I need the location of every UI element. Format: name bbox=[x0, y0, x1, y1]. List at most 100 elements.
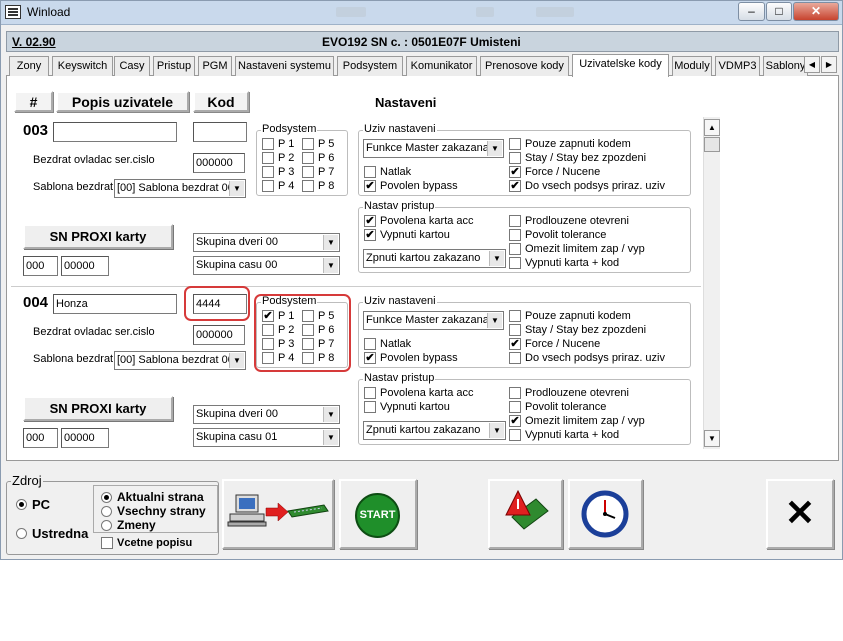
access-option-label: Povolena karta acc bbox=[380, 387, 474, 399]
checkbox-box bbox=[302, 166, 314, 178]
tab-zony[interactable]: Zony bbox=[9, 56, 49, 76]
access-option-checkbox[interactable]: Vypnuti kartou bbox=[364, 401, 450, 413]
tab-scroll-right-icon[interactable]: ▶ bbox=[821, 56, 837, 73]
user-code-input[interactable] bbox=[193, 122, 247, 142]
source-title: Zdroj bbox=[11, 473, 43, 488]
radio-pc[interactable]: PC bbox=[16, 497, 50, 512]
partition-checkbox[interactable]: P 1 bbox=[262, 138, 294, 150]
time-group-select[interactable]: Skupina casu 00 ▼ bbox=[193, 256, 340, 275]
exit-button[interactable]: ✕ bbox=[766, 479, 834, 549]
tab-casy[interactable]: Casy bbox=[114, 56, 150, 76]
tab-moduly[interactable]: Moduly bbox=[672, 56, 712, 76]
access-option-checkbox[interactable]: Prodlouzene otevreni bbox=[509, 215, 629, 227]
partition-checkbox[interactable]: P 2 bbox=[262, 152, 294, 164]
partition-checkbox[interactable]: P 4 bbox=[262, 180, 294, 192]
version-link[interactable]: V. 02.90 bbox=[12, 35, 56, 49]
partition-checkbox[interactable]: P 7 bbox=[302, 166, 334, 178]
proxi-facility-input[interactable]: 000 bbox=[23, 256, 58, 276]
tab-sablony[interactable]: Sablony bbox=[763, 56, 808, 76]
scroll-up-icon[interactable]: ▲ bbox=[704, 119, 720, 136]
partition-checkbox[interactable]: P 3 bbox=[262, 166, 294, 178]
user-option-checkbox[interactable]: Pouze zapnuti kodem bbox=[509, 138, 631, 150]
user-option-checkbox[interactable]: Do vsech podsys priraz. uziv bbox=[509, 352, 665, 364]
user-settings-title: Uziv nastaveni bbox=[363, 123, 437, 135]
scroll-thumb[interactable] bbox=[704, 137, 720, 152]
card-arming-select[interactable]: Zpnuti kartou zakazano ▼ bbox=[363, 421, 506, 440]
column-description-header: Popis uzivatele bbox=[56, 91, 189, 112]
remote-serial-input[interactable]: 000000 bbox=[193, 325, 245, 345]
radio-current-page[interactable]: Aktualni strana bbox=[101, 490, 204, 504]
access-option-checkbox[interactable]: Povolena karta acc bbox=[364, 387, 474, 399]
access-option-checkbox[interactable]: ✔ Omezit limitem zap / vyp bbox=[509, 415, 645, 427]
minimize-button[interactable]: – bbox=[738, 2, 765, 21]
tab-komunikator[interactable]: Komunikator bbox=[406, 56, 477, 76]
access-option-checkbox[interactable]: Povolit tolerance bbox=[509, 401, 606, 413]
partition-checkbox[interactable]: P 5 bbox=[302, 138, 334, 150]
radio-changes[interactable]: Zmeny bbox=[101, 518, 156, 532]
tab-uzivatelske-kody[interactable]: Uzivatelske kody bbox=[572, 54, 669, 77]
proxi-card-input[interactable]: 00000 bbox=[61, 428, 109, 448]
access-option-checkbox[interactable]: Vypnuti karta + kod bbox=[509, 429, 619, 441]
tab-pgm[interactable]: PGM bbox=[198, 56, 232, 76]
access-option-checkbox[interactable]: ✔ Vypnuti kartou bbox=[364, 229, 450, 241]
card-arming-select[interactable]: Zpnuti kartou zakazano ▼ bbox=[363, 249, 506, 268]
master-function-select[interactable]: Funkce Master zakazana ▼ bbox=[363, 139, 504, 158]
tab-pristup[interactable]: Pristup bbox=[153, 56, 195, 76]
user-option-checkbox[interactable]: ✔ Force / Nucene bbox=[509, 338, 600, 350]
master-function-value: Funkce Master zakazana bbox=[366, 142, 489, 154]
user-option-checkbox[interactable]: ✔ Do vsech podsys priraz. uziv bbox=[509, 180, 665, 192]
proxi-card-button[interactable]: SN PROXI karty bbox=[23, 224, 173, 249]
chevron-down-icon: ▼ bbox=[489, 251, 504, 266]
partition-checkbox[interactable]: P 8 bbox=[302, 180, 334, 192]
access-option-checkbox[interactable]: Omezit limitem zap / vyp bbox=[509, 243, 645, 255]
user-option-checkbox[interactable]: Stay / Stay bez zpozdeni bbox=[509, 324, 646, 336]
access-option-checkbox[interactable]: ✔ Povolena karta acc bbox=[364, 215, 474, 227]
door-group-select[interactable]: Skupina dveri 00 ▼ bbox=[193, 233, 340, 252]
wireless-template-select[interactable]: [00] Sablona bezdrat 00 ▼ bbox=[114, 179, 246, 198]
user-option-checkbox[interactable]: Stay / Stay bez zpozdeni bbox=[509, 152, 646, 164]
scroll-down-icon[interactable]: ▼ bbox=[704, 430, 720, 447]
remote-serial-input[interactable]: 000000 bbox=[193, 153, 245, 173]
vertical-scrollbar[interactable]: ▲ ▼ bbox=[703, 117, 720, 449]
radio-all-pages[interactable]: Vsechny strany bbox=[101, 504, 206, 518]
tab-keyswitch[interactable]: Keyswitch bbox=[52, 56, 113, 76]
partition-label: P 2 bbox=[278, 152, 295, 164]
access-option-checkbox[interactable]: Prodlouzene otevreni bbox=[509, 387, 629, 399]
transfer-button[interactable] bbox=[222, 479, 334, 549]
proxi-card-input[interactable]: 00000 bbox=[61, 256, 109, 276]
tab-scroll-left-icon[interactable]: ◀ bbox=[804, 56, 820, 73]
access-option-checkbox[interactable]: Vypnuti karta + kod bbox=[509, 257, 619, 269]
user-option-checkbox[interactable]: Pouze zapnuti kodem bbox=[509, 310, 631, 322]
time-sync-button[interactable] bbox=[568, 479, 643, 549]
user-option-checkbox[interactable]: Natlak bbox=[364, 338, 411, 350]
include-description-checkbox[interactable]: Vcetne popisu bbox=[101, 537, 192, 549]
wireless-template-select[interactable]: [00] Sablona bezdrat 00 ▼ bbox=[114, 351, 246, 370]
user-option-label: Force / Nucene bbox=[525, 338, 601, 350]
access-option-checkbox[interactable]: Povolit tolerance bbox=[509, 229, 606, 241]
tab-nastaveni-systemu[interactable]: Nastaveni systemu bbox=[235, 56, 334, 76]
radio-panel[interactable]: Ustredna bbox=[16, 526, 88, 541]
tab-podsystem[interactable]: Podsystem bbox=[337, 56, 403, 76]
panel-event-button[interactable] bbox=[488, 479, 563, 549]
master-function-select[interactable]: Funkce Master zakazana ▼ bbox=[363, 311, 504, 330]
partition-checkbox[interactable]: P 6 bbox=[302, 152, 334, 164]
door-group-select[interactable]: Skupina dveri 00 ▼ bbox=[193, 405, 340, 424]
changes-label: Zmeny bbox=[117, 518, 156, 532]
start-button[interactable]: START bbox=[339, 479, 417, 549]
proxi-card-button[interactable]: SN PROXI karty bbox=[23, 396, 173, 421]
user-name-input[interactable] bbox=[53, 122, 177, 142]
user-name-input[interactable]: Honza bbox=[53, 294, 177, 314]
user-settings-title: Uziv nastaveni bbox=[363, 295, 437, 307]
close-window-button[interactable]: ✕ bbox=[793, 2, 839, 21]
time-group-select[interactable]: Skupina casu 01 ▼ bbox=[193, 428, 340, 447]
user-option-checkbox[interactable]: ✔ Povolen bypass bbox=[364, 352, 458, 364]
tab-vdmp3[interactable]: VDMP3 bbox=[715, 56, 760, 76]
user-option-checkbox[interactable]: Natlak bbox=[364, 166, 411, 178]
user-option-checkbox[interactable]: ✔ Force / Nucene bbox=[509, 166, 600, 178]
proxi-facility-input[interactable]: 000 bbox=[23, 428, 58, 448]
user-option-checkbox[interactable]: ✔ Povolen bypass bbox=[364, 180, 458, 192]
maximize-button[interactable]: □ bbox=[766, 2, 792, 21]
tab-prenosove-kody[interactable]: Prenosove kody bbox=[480, 56, 569, 76]
checkbox-box: ✔ bbox=[364, 229, 376, 241]
radio-pc-label: PC bbox=[32, 497, 51, 512]
